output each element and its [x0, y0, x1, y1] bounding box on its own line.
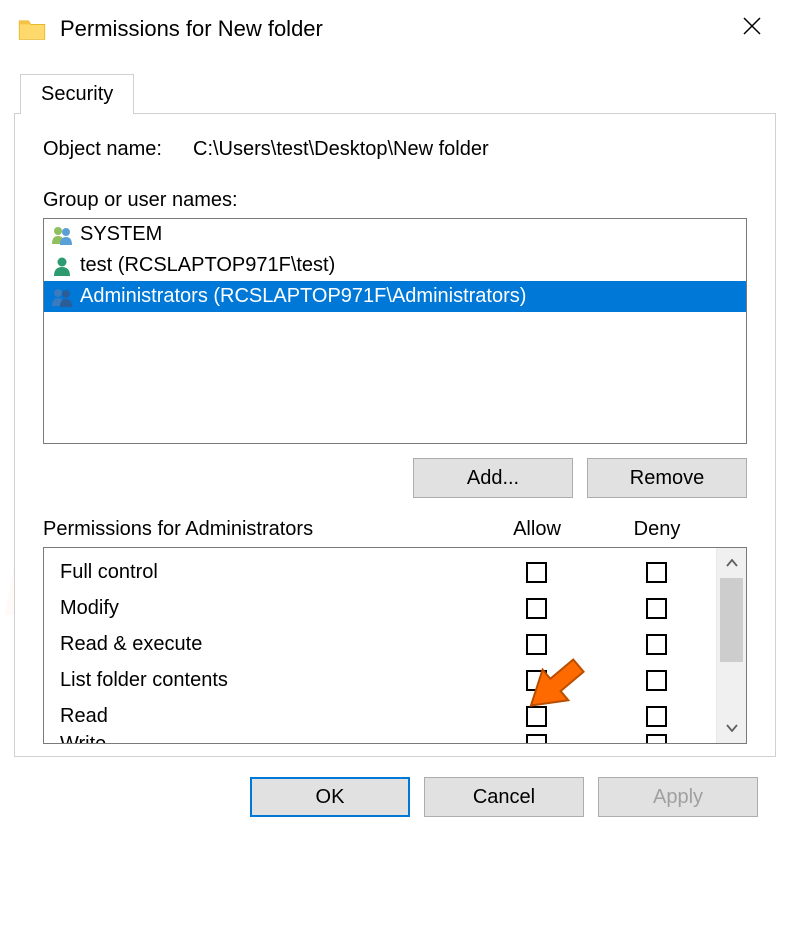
close-button[interactable] — [732, 15, 772, 43]
object-name-row: Object name: C:\Users\test\Desktop\New f… — [43, 138, 747, 161]
scroll-up-icon[interactable] — [717, 548, 746, 578]
tab-strip: Security — [20, 74, 776, 114]
object-path: C:\Users\test\Desktop\New folder — [193, 138, 489, 161]
scroll-track[interactable] — [717, 578, 746, 713]
user-row[interactable]: Administrators (RCSLAPTOP971F\Administra… — [44, 281, 746, 312]
scroll-down-icon[interactable] — [717, 713, 746, 743]
user-row[interactable]: test (RCSLAPTOP971F\test) — [44, 250, 746, 281]
tab-security[interactable]: Security — [20, 74, 134, 114]
permission-row: Write — [60, 734, 716, 744]
deny-checkbox[interactable] — [646, 598, 667, 619]
user-name: test (RCSLAPTOP971F\test) — [80, 254, 335, 277]
window-title: Permissions for New folder — [60, 16, 732, 42]
permissions-for-label: Permissions for Administrators — [43, 518, 477, 541]
permission-name: List folder contents — [60, 669, 476, 692]
permission-name: Modify — [60, 597, 476, 620]
permissions-header: Permissions for Administrators Allow Den… — [43, 518, 747, 541]
permission-row: Read & execute — [60, 626, 716, 662]
user-name: Administrators (RCSLAPTOP971F\Administra… — [80, 285, 526, 308]
allow-checkbox[interactable] — [526, 598, 547, 619]
cancel-button[interactable]: Cancel — [424, 777, 584, 817]
user-buttons-row: Add... Remove — [43, 458, 747, 498]
scroll-thumb[interactable] — [720, 578, 743, 662]
permission-row: Read — [60, 698, 716, 734]
allow-checkbox[interactable] — [526, 706, 547, 727]
object-name-label: Object name: — [43, 138, 193, 161]
group-icon — [50, 286, 74, 308]
deny-checkbox[interactable] — [646, 634, 667, 655]
permission-name: Full control — [60, 561, 476, 584]
remove-button[interactable]: Remove — [587, 458, 747, 498]
permission-name: Read & execute — [60, 633, 476, 656]
user-list[interactable]: SYSTEM test (RCSLAPTOP971F\test) Admi — [43, 218, 747, 444]
permission-name: Write — [60, 734, 476, 744]
allow-checkbox[interactable] — [526, 634, 547, 655]
user-icon — [50, 255, 74, 277]
deny-checkbox[interactable] — [646, 670, 667, 691]
ok-button[interactable]: OK — [250, 777, 410, 817]
deny-column-header: Deny — [597, 518, 717, 541]
apply-button[interactable]: Apply — [598, 777, 758, 817]
allow-checkbox[interactable] — [526, 734, 547, 744]
tab-content: Object name: C:\Users\test\Desktop\New f… — [14, 113, 776, 757]
deny-checkbox[interactable] — [646, 734, 667, 744]
deny-checkbox[interactable] — [646, 562, 667, 583]
add-button[interactable]: Add... — [413, 458, 573, 498]
users-label: Group or user names: — [43, 189, 747, 212]
allow-checkbox[interactable] — [526, 562, 547, 583]
deny-checkbox[interactable] — [646, 706, 667, 727]
group-icon — [50, 224, 74, 246]
permission-row: Modify — [60, 590, 716, 626]
permission-name: Read — [60, 705, 476, 728]
dialog-buttons: OK Cancel Apply — [14, 757, 776, 817]
allow-column-header: Allow — [477, 518, 597, 541]
user-row[interactable]: SYSTEM — [44, 219, 746, 250]
folder-icon — [18, 17, 46, 41]
permission-row: Full control — [60, 554, 716, 590]
permissions-list: Full control Modify Read & execute List … — [43, 547, 747, 744]
title-bar: Permissions for New folder — [0, 0, 790, 64]
permission-row: List folder contents — [60, 662, 716, 698]
allow-checkbox[interactable] — [526, 670, 547, 691]
user-name: SYSTEM — [80, 223, 162, 246]
scrollbar[interactable] — [716, 548, 746, 743]
